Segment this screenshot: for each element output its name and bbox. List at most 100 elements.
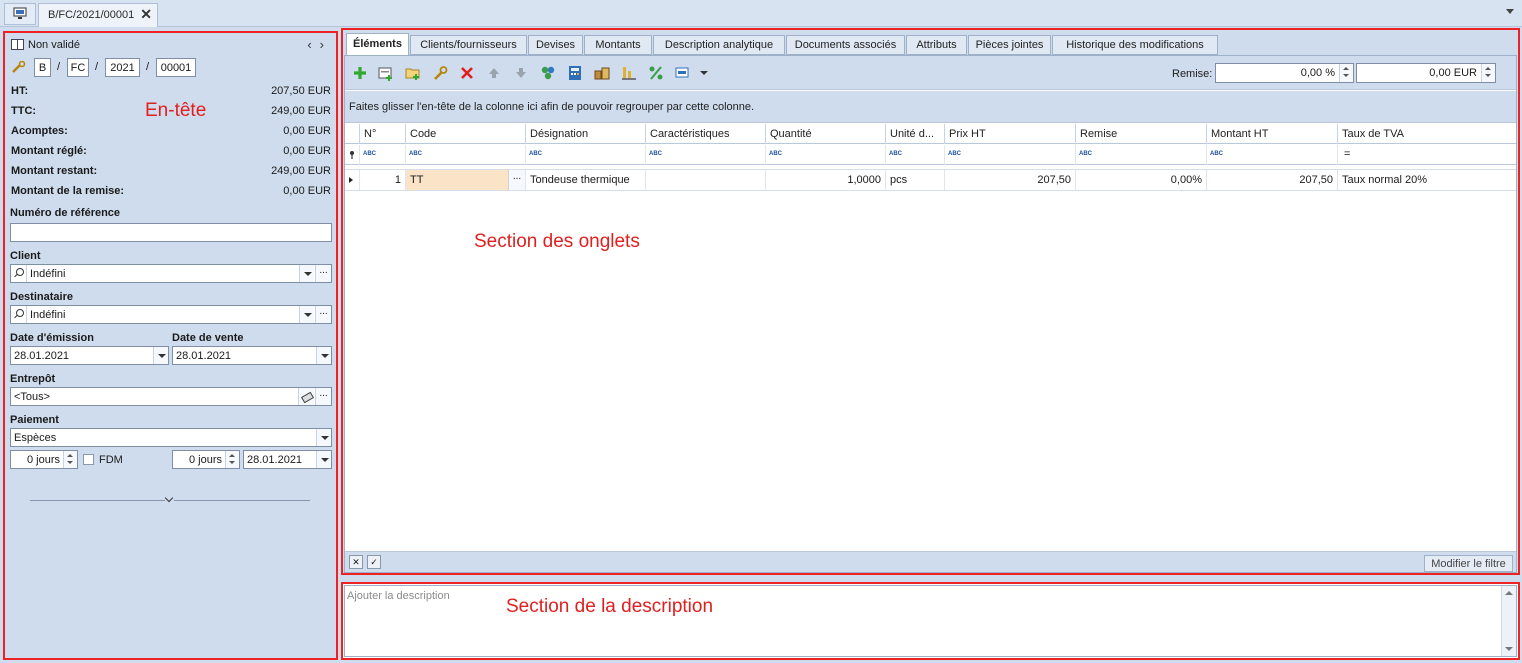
filter-code[interactable]: ABC: [406, 145, 526, 165]
column-header-caracteristiques[interactable]: Caractéristiques: [646, 124, 766, 144]
search-icon[interactable]: [11, 265, 27, 282]
add-folder-icon[interactable]: [405, 65, 421, 81]
chevron-down-icon[interactable]: [700, 71, 708, 75]
dest-field[interactable]: Indéfini ...: [10, 305, 332, 324]
add-icon[interactable]: [352, 65, 368, 81]
move-down-icon[interactable]: [513, 65, 529, 81]
clear-filter-button[interactable]: ✕: [349, 555, 363, 569]
filter-montant-ht[interactable]: ABC: [1207, 145, 1338, 165]
fdm-checkbox[interactable]: [83, 454, 94, 465]
wrench-icon[interactable]: [11, 61, 26, 73]
code-ellipsis-button[interactable]: ...: [508, 170, 525, 190]
column-header-unite[interactable]: Unité d...: [886, 124, 945, 144]
calculator-icon[interactable]: [567, 65, 583, 81]
filter-prix-ht[interactable]: ABC: [945, 145, 1076, 165]
client-field[interactable]: Indéfini ...: [10, 264, 332, 283]
edit-wrench-icon[interactable]: [432, 65, 448, 81]
filter-num[interactable]: ABC: [360, 145, 406, 165]
column-header-prix-ht[interactable]: Prix HT: [945, 124, 1076, 144]
number-year-field[interactable]: 2021: [105, 58, 140, 77]
cell-prix-ht[interactable]: 207,50: [945, 170, 1076, 190]
warehouse-field[interactable]: <Tous> ...: [10, 387, 332, 406]
cell-quantite[interactable]: 1,0000: [766, 170, 886, 190]
tab-attributs[interactable]: Attributs: [906, 35, 967, 55]
settings-dropdown-icon[interactable]: [675, 65, 695, 81]
tab-montants[interactable]: Montants: [584, 35, 652, 55]
days-spinner[interactable]: [63, 451, 77, 468]
cell-caracteristiques[interactable]: [646, 170, 766, 190]
description-textarea[interactable]: Ajouter la description Section de la des…: [344, 585, 1517, 657]
percent-icon[interactable]: [648, 65, 664, 81]
ref-input[interactable]: [10, 223, 332, 242]
tab-overflow-chevron-icon[interactable]: [1506, 9, 1514, 14]
nav-arrows[interactable]: ‹›: [307, 37, 332, 52]
client-ellipsis-button[interactable]: ...: [315, 265, 331, 282]
column-header-num[interactable]: N°: [360, 124, 406, 144]
filter-active-checkbox[interactable]: ✓: [367, 555, 381, 569]
days-spinner[interactable]: [225, 451, 239, 468]
issue-date-dropdown-button[interactable]: [153, 347, 168, 364]
column-header-montant-ht[interactable]: Montant HT: [1207, 124, 1338, 144]
number-seq-field[interactable]: 00001: [156, 58, 196, 77]
tab-pieces-jointes[interactable]: Pièces jointes: [968, 35, 1051, 55]
chevron-down-icon[interactable]: [165, 495, 174, 504]
due-date-field[interactable]: 28.01.2021: [243, 450, 332, 469]
payment-dropdown-button[interactable]: [316, 429, 331, 446]
due-date-dropdown-button[interactable]: [316, 451, 331, 468]
cell-code[interactable]: TT ...: [406, 170, 526, 190]
client-dropdown-button[interactable]: [299, 265, 314, 282]
issue-date-field[interactable]: 28.01.2021: [10, 346, 169, 365]
column-header-designation[interactable]: Désignation: [526, 124, 646, 144]
column-header-quantite[interactable]: Quantité: [766, 124, 886, 144]
filter-remise[interactable]: ABC: [1076, 145, 1207, 165]
prev-arrow-icon[interactable]: ‹: [307, 37, 319, 52]
sale-date-field[interactable]: 28.01.2021: [172, 346, 332, 365]
modify-filter-button[interactable]: Modifier le filtre: [1424, 555, 1513, 572]
chart-icon[interactable]: [621, 65, 637, 81]
tab-devises[interactable]: Devises: [528, 35, 583, 55]
dest-ellipsis-button[interactable]: ...: [315, 306, 331, 323]
column-header-code[interactable]: Code: [406, 124, 526, 144]
tab-documents-associes[interactable]: Documents associés: [786, 35, 905, 55]
sale-date-dropdown-button[interactable]: [316, 347, 331, 364]
cell-num[interactable]: 1: [360, 170, 406, 190]
delete-icon[interactable]: [459, 65, 475, 81]
filter-taux-tva[interactable]: =: [1338, 145, 1516, 165]
tab-clients-fournisseurs[interactable]: Clients/fournisseurs: [410, 35, 527, 55]
remise-amount-stepper[interactable]: 0,00 EUR: [1356, 63, 1496, 83]
move-up-icon[interactable]: [486, 65, 502, 81]
number-series-field[interactable]: FC: [67, 58, 89, 77]
grace-days-stepper[interactable]: 0 jours: [172, 450, 240, 469]
cell-remise[interactable]: 0,00%: [1076, 170, 1207, 190]
next-arrow-icon[interactable]: ›: [320, 37, 332, 52]
tab-elements[interactable]: Éléments: [346, 33, 409, 56]
cell-taux-tva[interactable]: Taux normal 20%: [1338, 170, 1516, 190]
add-from-list-icon[interactable]: [378, 65, 394, 81]
monitor-icon[interactable]: [4, 3, 36, 25]
stock-icon[interactable]: [594, 65, 610, 81]
payment-field[interactable]: Espèces: [10, 428, 332, 447]
tab-description-analytique[interactable]: Description analytique: [653, 35, 785, 55]
remise-amount-spinner[interactable]: [1481, 64, 1495, 82]
dest-dropdown-button[interactable]: [299, 306, 314, 323]
cell-montant-ht[interactable]: 207,50: [1207, 170, 1338, 190]
column-header-taux-tva[interactable]: Taux de TVA: [1338, 124, 1516, 144]
close-tab-icon[interactable]: ✕: [140, 6, 152, 23]
cluster-icon[interactable]: [540, 65, 556, 81]
warehouse-ellipsis-button[interactable]: ...: [315, 388, 331, 405]
filter-quantite[interactable]: ABC: [766, 145, 886, 165]
table-row[interactable]: 1 TT ... Tondeuse thermique 1,0000 pcs 2…: [345, 169, 1516, 191]
eraser-icon[interactable]: [298, 388, 314, 405]
search-icon[interactable]: [11, 306, 27, 323]
cell-designation[interactable]: Tondeuse thermique: [526, 170, 646, 190]
tab-historique[interactable]: Historique des modifications: [1052, 35, 1218, 55]
document-tab[interactable]: B/FC/2021/00001 ✕: [38, 3, 158, 27]
payment-days-stepper[interactable]: 0 jours: [10, 450, 78, 469]
group-by-panel[interactable]: Faites glisser l'en-tête de la colonne i…: [345, 91, 1516, 123]
cell-unite[interactable]: pcs: [886, 170, 945, 190]
number-prefix-field[interactable]: B: [34, 58, 51, 77]
description-scrollbar[interactable]: [1501, 586, 1516, 656]
filter-unite[interactable]: ABC: [886, 145, 945, 165]
filter-caracteristiques[interactable]: ABC: [646, 145, 766, 165]
remise-percent-stepper[interactable]: 0,00 %: [1215, 63, 1354, 83]
